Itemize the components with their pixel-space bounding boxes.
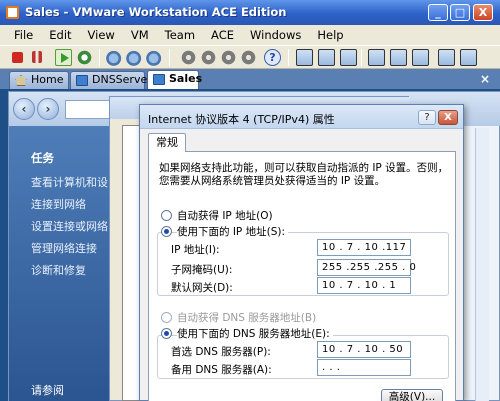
toolbar-separator: [169, 49, 170, 66]
toolbar-separator: [288, 49, 289, 66]
team-view-icon[interactable]: [460, 49, 477, 66]
back-icon[interactable]: ‹: [13, 98, 35, 120]
menu-bar: File Edit View VM Team ACE Windows Help: [0, 25, 500, 45]
default-gateway-field[interactable]: 10 . 7 . 10 . 1: [317, 277, 411, 294]
reset-icon[interactable]: [76, 49, 93, 66]
toolbar-separator: [99, 49, 100, 66]
sidebar-title: 任务: [31, 151, 54, 165]
preferred-dns-field[interactable]: 10 . 7 . 10 . 50: [317, 341, 411, 358]
vmware-window: Sales - VMware Workstation ACE Edition _…: [0, 0, 500, 401]
gear-icon[interactable]: [180, 49, 197, 66]
general-tab-pane: 如果网络支持此功能，则可以获取自动指派的 IP 设置。否则， 您需要从网络系统管…: [148, 151, 456, 401]
menu-view[interactable]: View: [80, 28, 123, 42]
sidebar-item-view-computers[interactable]: 查看计算机和设: [31, 174, 108, 190]
console-view-icon[interactable]: [368, 49, 385, 66]
tab-sales[interactable]: Sales: [147, 70, 203, 89]
description-line: 您需要从网络系统管理员处获得适当的 IP 设置。: [159, 175, 386, 187]
sidebar-item-diagnose-repair[interactable]: 诊断和修复: [31, 262, 86, 278]
subnet-mask-field[interactable]: 255 .255 .255 . 0: [317, 259, 416, 276]
advanced-button[interactable]: 高级(V)...: [381, 389, 443, 401]
scrollbar[interactable]: [475, 128, 489, 401]
quick-switch-icon[interactable]: [318, 49, 335, 66]
alternate-dns-label: 备用 DNS 服务器(A):: [171, 364, 272, 376]
sidebar-item-connect-network[interactable]: 连接到网络: [31, 196, 86, 212]
close-button[interactable]: X: [473, 4, 493, 21]
sidebar-see-also: 请参阅: [31, 384, 64, 397]
task-sidebar: 任务 查看计算机和设 连接到网络 设置连接或网络 管理网络连接 诊断和修复 请参…: [9, 126, 109, 401]
close-tab-icon[interactable]: ×: [478, 72, 492, 86]
menu-vm[interactable]: VM: [123, 28, 157, 42]
dialog-title: Internet 协议版本 4 (TCP/IPv4) 属性: [148, 113, 335, 126]
settings-icon[interactable]: [200, 49, 217, 66]
forward-icon[interactable]: ›: [37, 98, 59, 120]
tab-bar: Home DNSServer Sales: [0, 69, 500, 89]
tab-home[interactable]: Home: [9, 71, 69, 89]
sidebar-item-setup-connection[interactable]: 设置连接或网络: [31, 218, 108, 234]
description-text: 如果网络支持此功能，则可以获取自动指派的 IP 设置。否则， 您需要从网络系统管…: [159, 162, 454, 188]
appliance-view-icon[interactable]: [390, 49, 407, 66]
power-off-icon[interactable]: [12, 52, 23, 63]
home-icon: [15, 75, 27, 86]
manual-dns-label: 使用下面的 DNS 服务器地址(E):: [177, 326, 333, 341]
auto-ip-label: 自动获得 IP 地址(O): [177, 210, 273, 222]
power-on-icon[interactable]: [55, 49, 72, 66]
ip-address-label: IP 地址(I):: [171, 244, 220, 256]
team-settings-icon[interactable]: [220, 49, 237, 66]
menu-help[interactable]: Help: [309, 28, 351, 42]
menu-team[interactable]: Team: [157, 28, 203, 42]
title-bar: Sales - VMware Workstation ACE Edition _…: [0, 0, 500, 25]
revert-snapshot-icon[interactable]: [126, 49, 143, 66]
window-title: Sales - VMware Workstation ACE Edition: [25, 5, 287, 19]
tab-general[interactable]: 常规: [148, 133, 186, 152]
subnet-mask-label: 子网掩码(U):: [171, 264, 233, 276]
dialog-close-button[interactable]: X: [438, 110, 458, 125]
ace-settings-icon[interactable]: [240, 49, 257, 66]
manual-ip-radio[interactable]: [161, 226, 172, 237]
toolbar: ?: [0, 45, 500, 69]
tab-label: Home: [31, 73, 64, 86]
suspend-icon[interactable]: [32, 51, 42, 63]
dialog-help-button[interactable]: ?: [418, 110, 436, 125]
manual-dns-radio[interactable]: [161, 328, 172, 339]
ip-address-field[interactable]: 10 . 7 . 10 .117: [317, 239, 411, 256]
dialog-title-bar: Internet 协议版本 4 (TCP/IPv4) 属性 ? X: [140, 105, 463, 129]
preferred-dns-label: 首选 DNS 服务器(P):: [171, 346, 271, 358]
menu-edit[interactable]: Edit: [41, 28, 79, 42]
vm-icon: [153, 74, 165, 85]
tcpip-properties-dialog: Internet 协议版本 4 (TCP/IPv4) 属性 ? X 常规 如果网…: [139, 104, 464, 401]
auto-ip-radio[interactable]: [161, 210, 172, 221]
full-screen-icon[interactable]: [296, 49, 313, 66]
menu-file[interactable]: File: [6, 28, 41, 42]
maximize-button[interactable]: □: [450, 4, 470, 21]
default-gateway-label: 默认网关(D):: [171, 282, 233, 294]
manual-ip-label: 使用下面的 IP 地址(S):: [177, 224, 288, 239]
tab-dnsserver[interactable]: DNSServer: [70, 71, 152, 89]
auto-dns-label: 自动获得 DNS 服务器地址(B): [177, 312, 317, 324]
vmware-app-icon: [6, 6, 19, 19]
sidebar-item-manage-connections[interactable]: 管理网络连接: [31, 240, 97, 256]
menu-windows[interactable]: Windows: [242, 28, 309, 42]
auto-dns-radio[interactable]: [161, 312, 172, 323]
vm-icon: [76, 75, 88, 86]
tab-label: DNSServer: [92, 73, 152, 86]
summary-view-icon[interactable]: [340, 49, 357, 66]
description-line: 如果网络支持此功能，则可以获取自动指派的 IP 设置。否则，: [159, 162, 449, 174]
snapshot-icon[interactable]: [106, 49, 123, 66]
thumbnail-view-icon[interactable]: [412, 49, 429, 66]
minimize-button[interactable]: _: [428, 4, 448, 21]
tab-label: Sales: [169, 72, 203, 85]
snapshot-manager-icon[interactable]: [146, 49, 163, 66]
menu-ace[interactable]: ACE: [203, 28, 242, 42]
sidebar-toggle-icon[interactable]: [438, 49, 455, 66]
alternate-dns-field[interactable]: . . .: [317, 359, 411, 376]
help-icon[interactable]: ?: [264, 49, 281, 66]
toolbar-separator: [361, 49, 362, 66]
